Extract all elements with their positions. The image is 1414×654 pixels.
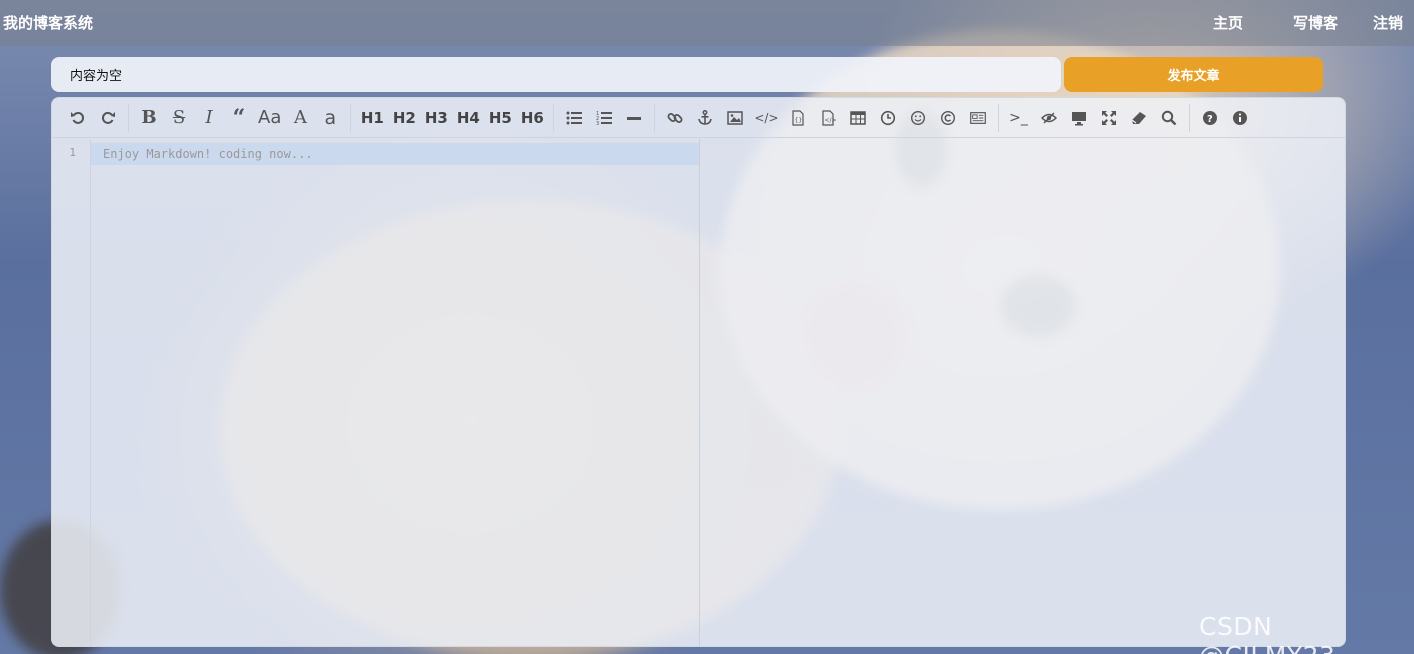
publish-button[interactable]: 发布文章 <box>1064 57 1323 92</box>
heading-4-button[interactable]: H4 <box>452 103 484 133</box>
nav-link-write-blog[interactable]: 写博客 <box>1293 12 1338 33</box>
preformatted-icon[interactable]: </> <box>813 103 843 133</box>
quote-icon[interactable]: “ <box>224 103 254 133</box>
heading-6-button[interactable]: H6 <box>516 103 548 133</box>
line-number: 1 <box>69 146 76 159</box>
emoji-icon[interactable] <box>903 103 933 133</box>
toolbar-divider <box>128 103 129 132</box>
strikethrough-icon[interactable]: S <box>164 103 194 133</box>
heading-2-button[interactable]: H2 <box>388 103 420 133</box>
image-icon[interactable] <box>720 103 750 133</box>
terminal-icon[interactable]: >_ <box>1004 103 1034 133</box>
code-icon[interactable]: </> <box>750 103 782 133</box>
watermark: CSDN @CILMY23 <box>1199 612 1335 654</box>
lowercase-label: a <box>324 106 337 129</box>
watch-icon[interactable] <box>1034 103 1064 133</box>
table-icon[interactable] <box>843 103 873 133</box>
editor-toolbar: B S I “ Aa A a H1 H2 H3 H4 H5 H6 123 </>… <box>52 98 1345 138</box>
preview-icon[interactable] <box>1064 103 1094 133</box>
redo-icon[interactable] <box>93 103 123 133</box>
search-icon[interactable] <box>1154 103 1184 133</box>
bold-icon[interactable]: B <box>134 103 164 133</box>
markdown-preview-pane <box>699 139 1345 646</box>
article-title-input[interactable] <box>51 57 1061 92</box>
italic-icon[interactable]: I <box>194 103 224 133</box>
code-block-icon[interactable]: {} <box>783 103 813 133</box>
heading-5-button[interactable]: H5 <box>484 103 516 133</box>
markdown-input-pane[interactable]: Enjoy Markdown! coding now... <box>91 139 699 646</box>
datetime-icon[interactable] <box>873 103 903 133</box>
horizontal-rule-icon[interactable] <box>619 103 649 133</box>
svg-text:3: 3 <box>596 121 599 126</box>
help-icon[interactable]: ? <box>1195 103 1225 133</box>
nav-link-logout[interactable]: 注销 <box>1373 12 1403 33</box>
svg-text:{}: {} <box>794 117 802 124</box>
brand-title: 我的博客系统 <box>3 14 94 32</box>
clear-icon[interactable] <box>1124 103 1154 133</box>
html-entities-icon[interactable] <box>933 103 963 133</box>
line-number-gutter: 1 <box>52 139 91 646</box>
heading-1-button[interactable]: H1 <box>356 103 388 133</box>
toolbar-divider <box>654 103 656 132</box>
uppercase-icon[interactable]: Aa <box>254 103 285 133</box>
markdown-editor: B S I “ Aa A a H1 H2 H3 H4 H5 H6 123 </>… <box>51 97 1346 647</box>
capitalize-icon[interactable]: A <box>285 103 315 133</box>
editor-placeholder: Enjoy Markdown! coding now... <box>103 147 313 161</box>
toolbar-divider <box>997 103 999 132</box>
unordered-list-icon[interactable] <box>559 103 589 133</box>
nav-link-home[interactable]: 主页 <box>1213 12 1243 33</box>
toolbar-divider <box>553 103 555 132</box>
info-icon[interactable] <box>1225 103 1255 133</box>
lowercase-icon[interactable]: a <box>315 103 345 133</box>
svg-text:?: ? <box>1207 114 1213 125</box>
link-icon[interactable] <box>660 103 690 133</box>
navbar: 我的博客系统 主页 写博客 注销 <box>0 0 1414 46</box>
toolbar-divider <box>1188 103 1190 132</box>
svg-text:</>: </> <box>824 117 836 124</box>
pagebreak-icon[interactable] <box>963 103 993 133</box>
fullscreen-icon[interactable] <box>1094 103 1124 133</box>
uppercase-label: Aa <box>258 107 282 128</box>
capitalize-label: A <box>293 107 307 128</box>
toolbar-divider <box>350 103 352 132</box>
heading-3-button[interactable]: H3 <box>420 103 452 133</box>
undo-icon[interactable] <box>63 103 93 133</box>
ordered-list-icon[interactable]: 123 <box>589 103 619 133</box>
anchor-icon[interactable] <box>690 103 720 133</box>
